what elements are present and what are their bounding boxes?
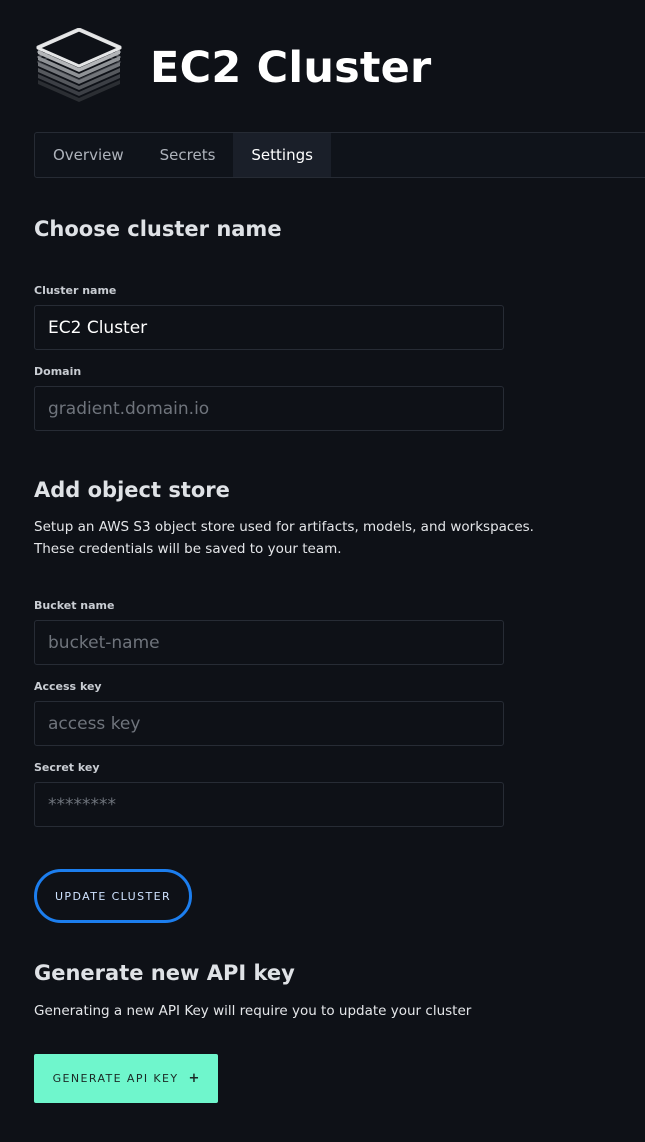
update-cluster-button[interactable]: UPDATE CLUSTER (34, 869, 192, 923)
access-key-label: Access key (34, 680, 102, 693)
object-store-description-line1: Setup an AWS S3 object store used for ar… (34, 519, 534, 535)
object-store-section-title: Add object store (34, 478, 230, 502)
bucket-name-input[interactable] (34, 620, 504, 665)
cluster-name-label: Cluster name (34, 284, 117, 297)
tab-secrets[interactable]: Secrets (142, 133, 234, 177)
stacked-layers-icon (36, 28, 122, 102)
object-store-description: Setup an AWS S3 object store used for ar… (34, 516, 534, 560)
tab-bar: Overview Secrets Settings (34, 132, 645, 178)
tab-overview[interactable]: Overview (35, 133, 142, 177)
plus-icon: + (188, 1071, 200, 1086)
secret-key-input[interactable] (34, 782, 504, 827)
cluster-name-section-title: Choose cluster name (34, 217, 282, 241)
generate-api-key-button[interactable]: GENERATE API KEY + (34, 1054, 218, 1103)
api-key-section-title: Generate new API key (34, 961, 295, 985)
tab-settings[interactable]: Settings (233, 133, 331, 177)
domain-input[interactable] (34, 386, 504, 431)
header: EC2 Cluster (34, 28, 431, 108)
cluster-name-input[interactable] (34, 305, 504, 350)
api-key-description: Generating a new API Key will require yo… (34, 1003, 472, 1019)
access-key-input[interactable] (34, 701, 504, 746)
secret-key-label: Secret key (34, 761, 100, 774)
domain-label: Domain (34, 365, 82, 378)
app-title: EC2 Cluster (150, 43, 432, 93)
object-store-description-line2: These credentials will be saved to your … (34, 541, 342, 557)
bucket-name-label: Bucket name (34, 599, 115, 612)
page: EC2 Cluster Overview Secrets Settings Ch… (0, 0, 645, 1142)
generate-api-key-label: GENERATE API KEY (52, 1072, 179, 1085)
